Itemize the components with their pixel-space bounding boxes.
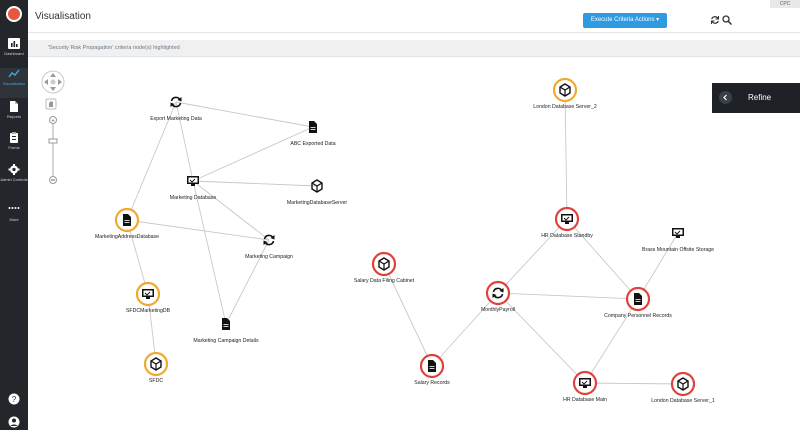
node-label: Marketing Campaign Details (193, 338, 259, 344)
file-icon (634, 293, 642, 305)
file-icon (123, 214, 131, 226)
graph-edge (584, 298, 639, 384)
graph-edge (192, 126, 314, 182)
graph-edge (175, 101, 194, 182)
graph-node-sfdc[interactable]: SFDC (143, 351, 169, 384)
graph-node-payroll[interactable]: MonthlyPayroll (481, 280, 515, 313)
graph-edge (497, 218, 568, 294)
pan-center-icon (50, 79, 56, 85)
node-label: MarketingDatabaseServer (287, 200, 348, 206)
graph-edge (584, 382, 684, 385)
refine-label[interactable]: Refine (748, 93, 771, 102)
zoom-pan-control[interactable]: + (40, 70, 70, 190)
node-label: Marketing Database (170, 195, 217, 201)
graph-edge (175, 101, 314, 128)
graph-edge (431, 292, 499, 367)
node-label: SFDCMarketingDB (126, 308, 171, 314)
monitor-icon (672, 228, 684, 238)
graph-node-hrstandby[interactable]: HR Database Standby (541, 206, 593, 239)
graph-node-sfdcdb[interactable]: SFDCMarketingDB (126, 281, 171, 314)
graph-node-export[interactable]: Export Marketing Data (150, 96, 202, 122)
node-label: HR Database Main (563, 397, 607, 403)
graph-canvas[interactable]: Export Marketing Data ABC Exported Data Ma… (0, 0, 800, 430)
node-highlight-ring (485, 280, 511, 306)
graph-node-salrec[interactable]: Salary Records (414, 353, 450, 386)
graph-edge (225, 239, 270, 325)
file-icon (428, 360, 436, 372)
file-icon (309, 121, 317, 133)
graph-nodes: Export Marketing Data ABC Exported Data Ma… (95, 77, 715, 404)
graph-edge (497, 292, 639, 300)
node-label: MarketingAddressDatabase (95, 234, 159, 240)
node-label: Export Marketing Data (150, 116, 202, 122)
graph-node-london2[interactable]: London Database Server_2 (533, 77, 597, 110)
refine-collapse-button[interactable] (719, 91, 732, 104)
graph-node-personnel[interactable]: Company Personnel Records (604, 286, 672, 319)
node-label: Salary Data Filing Cabinet (354, 278, 415, 284)
graph-node-salcab[interactable]: Salary Data Filing Cabinet (354, 251, 415, 284)
node-label: HR Database Standby (541, 233, 593, 239)
zoom-slider-handle[interactable] (48, 138, 58, 144)
chevron-left-icon (723, 94, 727, 101)
graph-node-london1[interactable]: London Database Server_1 (651, 371, 715, 404)
graph-node-mktaddr[interactable]: MarketingAddressDatabase (95, 207, 159, 240)
node-label: SFDC (149, 378, 163, 384)
node-label: Marketing Campaign (245, 254, 293, 260)
file-icon (222, 318, 230, 330)
graph-edge (566, 218, 639, 300)
node-label: ABC Exported Data (290, 141, 335, 147)
node-label: London Database Server_2 (533, 104, 597, 110)
graph-node-hrmain[interactable]: HR Database Main (563, 370, 607, 403)
node-label: Salary Records (414, 380, 450, 386)
graph-node-mktsrv[interactable]: MarketingDatabaseServer (287, 179, 348, 206)
graph-node-mktdb[interactable]: Marketing Database (170, 176, 217, 201)
node-label: London Database Server_1 (651, 398, 715, 404)
graph-node-brass[interactable]: Brass Mountain Offsite Storage (642, 228, 714, 253)
node-label: Company Personnel Records (604, 313, 672, 319)
node-label: MonthlyPayroll (481, 307, 515, 313)
graph-node-mktcampdet[interactable]: Marketing Campaign Details (193, 318, 259, 344)
graph-edge (192, 180, 318, 187)
node-label: Brass Mountain Offsite Storage (642, 247, 714, 253)
plus-icon: + (51, 119, 55, 125)
graph-node-mktcamp[interactable]: Marketing Campaign (245, 234, 293, 260)
